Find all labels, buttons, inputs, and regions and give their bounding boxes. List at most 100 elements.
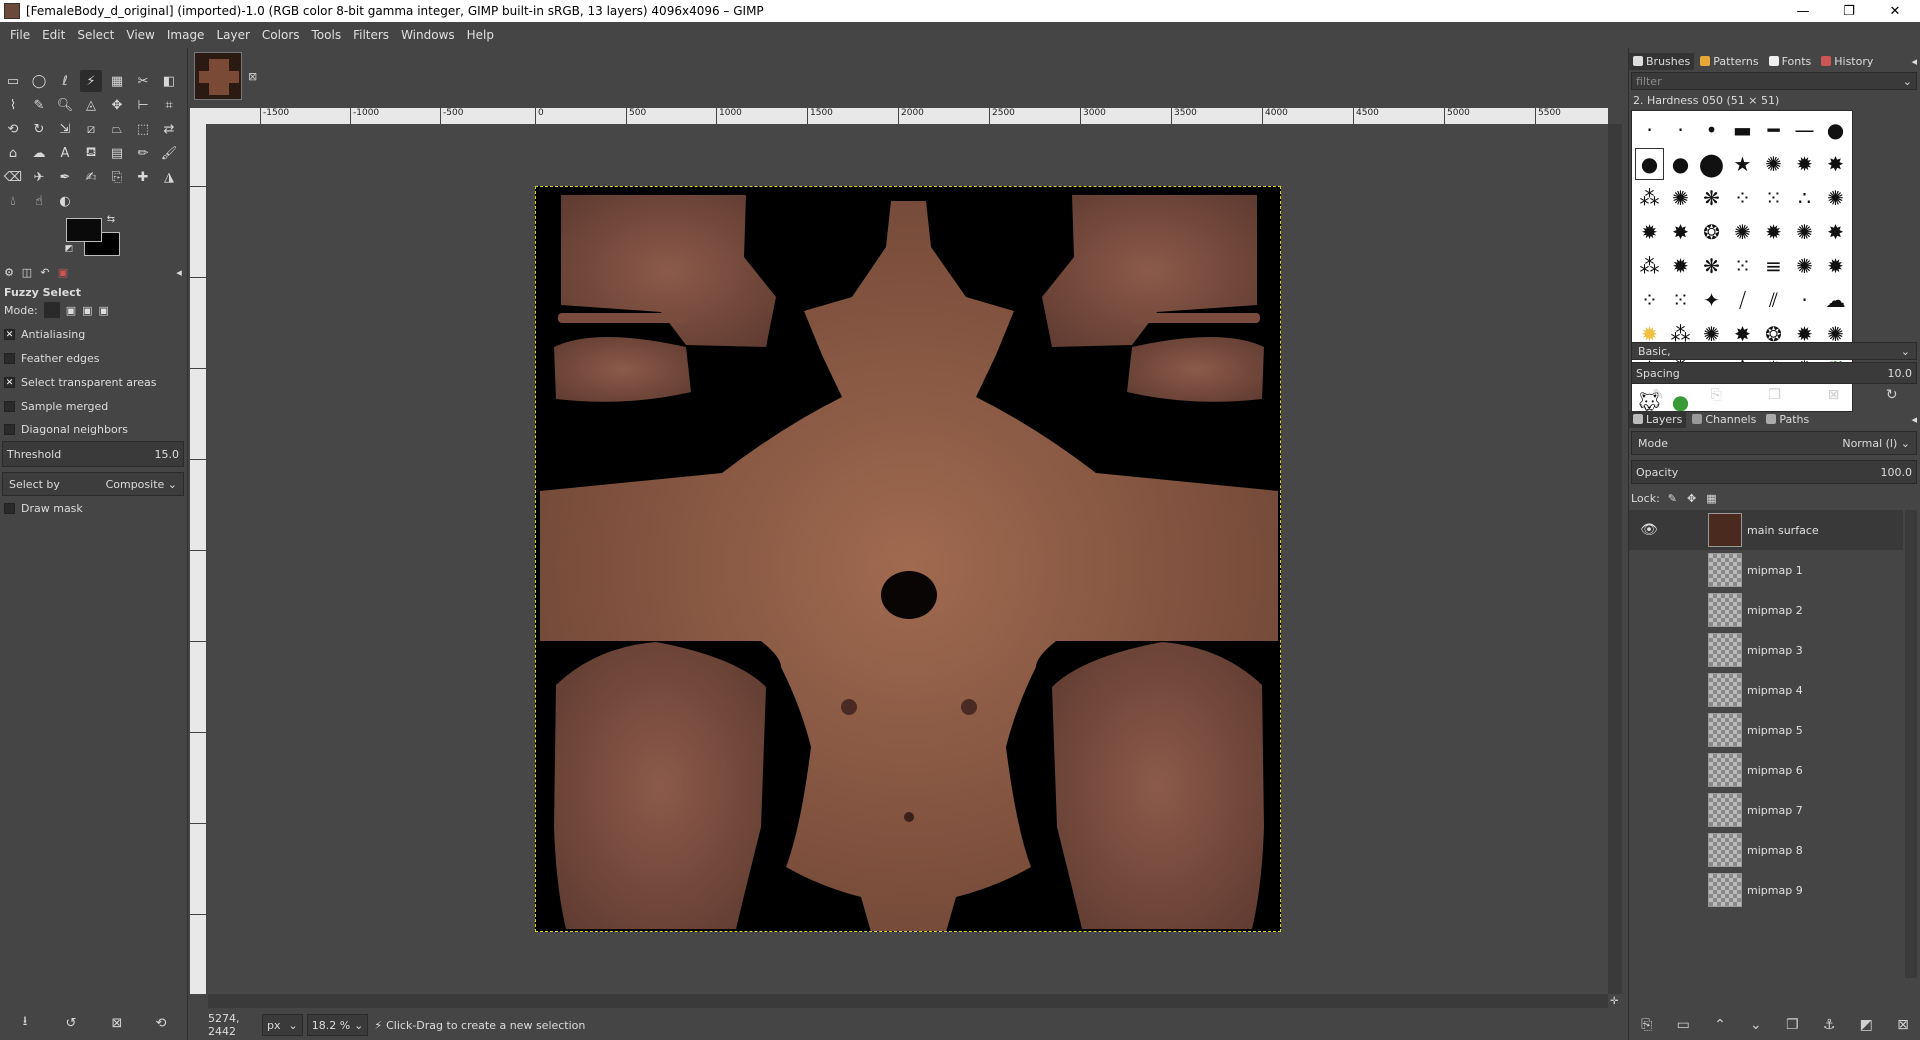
delete-tool-preset-icon[interactable]: ⊠ [106, 1012, 128, 1034]
new-layer-group-icon[interactable]: ▭ [1677, 1017, 1690, 1033]
paths-icon[interactable]: ⌇ [2, 94, 24, 116]
draw-mask-row[interactable]: Draw mask [4, 498, 184, 518]
visibility-eye-icon[interactable]: 👁︎ [1629, 522, 1669, 538]
pencil-icon[interactable]: ✏ [132, 142, 154, 164]
zoom-selector[interactable]: 18.2 % ⌄ [306, 1014, 369, 1036]
mode-replace-icon[interactable] [43, 302, 60, 318]
close-button[interactable]: ✕ [1872, 0, 1918, 22]
device-status-tab-icon[interactable]: ◫ [18, 266, 36, 279]
lock-alpha-icon[interactable]: ▦ [1706, 492, 1716, 505]
brush-cell[interactable]: ★ [1727, 147, 1758, 181]
feather-edges-checkbox[interactable] [4, 352, 15, 364]
layer-row[interactable]: mipmap 9 [1629, 870, 1903, 910]
brush-cell[interactable]: ✺ [1727, 215, 1758, 249]
airbrush-icon[interactable]: ✈ [28, 166, 50, 188]
brush-cell[interactable]: ⁂ [1634, 181, 1665, 215]
canvas-area[interactable] [208, 124, 1608, 994]
sample-merged-checkbox[interactable] [4, 400, 15, 412]
menu-layer[interactable]: Layer [210, 28, 255, 42]
mode-subtract-icon[interactable]: ▣ [82, 304, 92, 317]
move-icon[interactable]: ✥ [106, 94, 128, 116]
scale-icon[interactable]: ⇲ [54, 118, 76, 140]
perspective-clone-icon[interactable]: ◮ [158, 166, 180, 188]
menu-image[interactable]: Image [161, 28, 211, 42]
opacity-spinbox[interactable]: Opacity 100.0 [1631, 460, 1917, 484]
brush-cell[interactable]: · [1789, 283, 1820, 317]
reset-colors-icon[interactable]: ◩ [62, 242, 76, 256]
layer-mode-combo[interactable]: Mode Normal (l) ⌄ [1631, 431, 1917, 455]
threshold-spinbox[interactable]: Threshold 15.0 [2, 441, 184, 467]
dodge-burn-icon[interactable]: ◐ [54, 190, 76, 212]
tab-brushes[interactable]: Brushes [1629, 52, 1695, 70]
new-layer-icon[interactable]: ⎘ [1641, 1017, 1652, 1033]
brush-cell[interactable]: — [1789, 113, 1820, 147]
feather-edges-row[interactable]: Feather edges [4, 348, 184, 368]
brush-cell[interactable]: ✹ [1820, 249, 1851, 283]
refresh-brushes-icon[interactable]: ↻ [1886, 387, 1898, 403]
brush-cell[interactable]: ✸ [1820, 215, 1851, 249]
menu-file[interactable]: File [4, 28, 36, 42]
brush-cell[interactable]: ⁘ [1634, 283, 1665, 317]
brush-cell[interactable]: ✺ [1758, 147, 1789, 181]
select-by-combo[interactable]: Select by Composite ⌄ [2, 472, 184, 496]
brush-cell[interactable]: ❋ [1696, 249, 1727, 283]
brush-cell[interactable]: · [1665, 113, 1696, 147]
reset-tool-options-icon[interactable]: ⟲ [150, 1012, 172, 1034]
layer-mask-icon[interactable]: ◩ [1860, 1017, 1873, 1033]
layer-row[interactable]: mipmap 4 [1629, 670, 1903, 710]
spacing-value[interactable]: 10.0 [1888, 367, 1913, 380]
spacing-spinbox[interactable]: Spacing 10.0 [1631, 362, 1917, 384]
brush-cell[interactable]: ▬ [1727, 113, 1758, 147]
restore-tool-preset-icon[interactable]: ↺ [60, 1012, 82, 1034]
lock-position-icon[interactable]: ✥ [1687, 492, 1696, 505]
menu-help[interactable]: Help [461, 28, 500, 42]
brush-cell[interactable]: ⁙ [1758, 181, 1789, 215]
brush-cell[interactable]: ✸ [1665, 215, 1696, 249]
tab-patterns[interactable]: Patterns [1696, 53, 1762, 70]
bucket-fill-icon[interactable]: ⛾ [80, 142, 102, 164]
raise-layer-icon[interactable]: ⌃ [1714, 1017, 1726, 1033]
horizontal-ruler[interactable]: -1500 -1000 -500 0 500 1000 1500 2000 25… [208, 108, 1608, 124]
brush-cell[interactable]: ⫽ [1758, 283, 1789, 317]
brush-cell[interactable]: ● [1665, 147, 1696, 181]
brush-cell-selected[interactable]: ● [1634, 147, 1665, 181]
new-brush-icon[interactable]: ⎘ [1711, 387, 1722, 403]
menu-view[interactable]: View [120, 28, 160, 42]
brush-cell[interactable]: · [1634, 113, 1665, 147]
configure-tab-icon[interactable]: ◂ [170, 266, 188, 279]
rotate-icon[interactable]: ↻ [28, 118, 50, 140]
tab-history[interactable]: History [1817, 53, 1877, 70]
paintbrush-icon[interactable]: 🖌︎ [158, 142, 180, 164]
tab-paths[interactable]: Paths [1762, 411, 1813, 428]
color-picker-icon[interactable]: ✎ [28, 94, 50, 116]
brush-preset-combo[interactable]: Basic, ⌄ [1631, 342, 1917, 360]
select-transparent-checkbox[interactable]: ✕ [4, 376, 15, 388]
close-tab-icon[interactable]: ⊠ [248, 70, 260, 83]
blur-icon[interactable]: 💧︎ [2, 190, 24, 212]
brush-cell[interactable]: ● [1696, 147, 1727, 182]
menu-tools[interactable]: Tools [306, 28, 348, 42]
opacity-value[interactable]: 100.0 [1881, 466, 1913, 479]
zoom-icon[interactable]: 🔍︎ [54, 94, 76, 116]
brush-cell[interactable]: ✹ [1665, 249, 1696, 283]
3d-transform-icon[interactable]: ⬚ [132, 118, 154, 140]
eraser-icon[interactable]: ⌫ [2, 166, 24, 188]
draw-mask-checkbox[interactable] [4, 502, 15, 514]
brush-cell[interactable]: ✹ [1758, 215, 1789, 249]
flip-icon[interactable]: ⇄ [158, 118, 180, 140]
heal-icon[interactable]: ✚ [132, 166, 154, 188]
brush-cell[interactable]: ⁂ [1634, 249, 1665, 283]
unit-selector[interactable]: px ⌄ [262, 1014, 303, 1036]
align-icon[interactable]: ⊢ [132, 94, 154, 116]
minimize-button[interactable]: — [1780, 0, 1826, 22]
fuzzy-select-icon[interactable]: ⚡ [80, 70, 102, 92]
foreground-select-icon[interactable]: ◧ [158, 70, 180, 92]
sample-merged-row[interactable]: Sample merged [4, 396, 184, 416]
brush-cell[interactable]: ━ [1758, 113, 1789, 147]
save-tool-preset-icon[interactable]: ⭳ [14, 1012, 36, 1034]
menu-edit[interactable]: Edit [36, 28, 71, 42]
brush-cell[interactable]: ✹ [1789, 147, 1820, 181]
warp-icon[interactable]: ☁ [28, 142, 50, 164]
layer-row[interactable]: mipmap 1 [1629, 550, 1903, 590]
image-tab-thumbnail[interactable] [194, 52, 242, 100]
